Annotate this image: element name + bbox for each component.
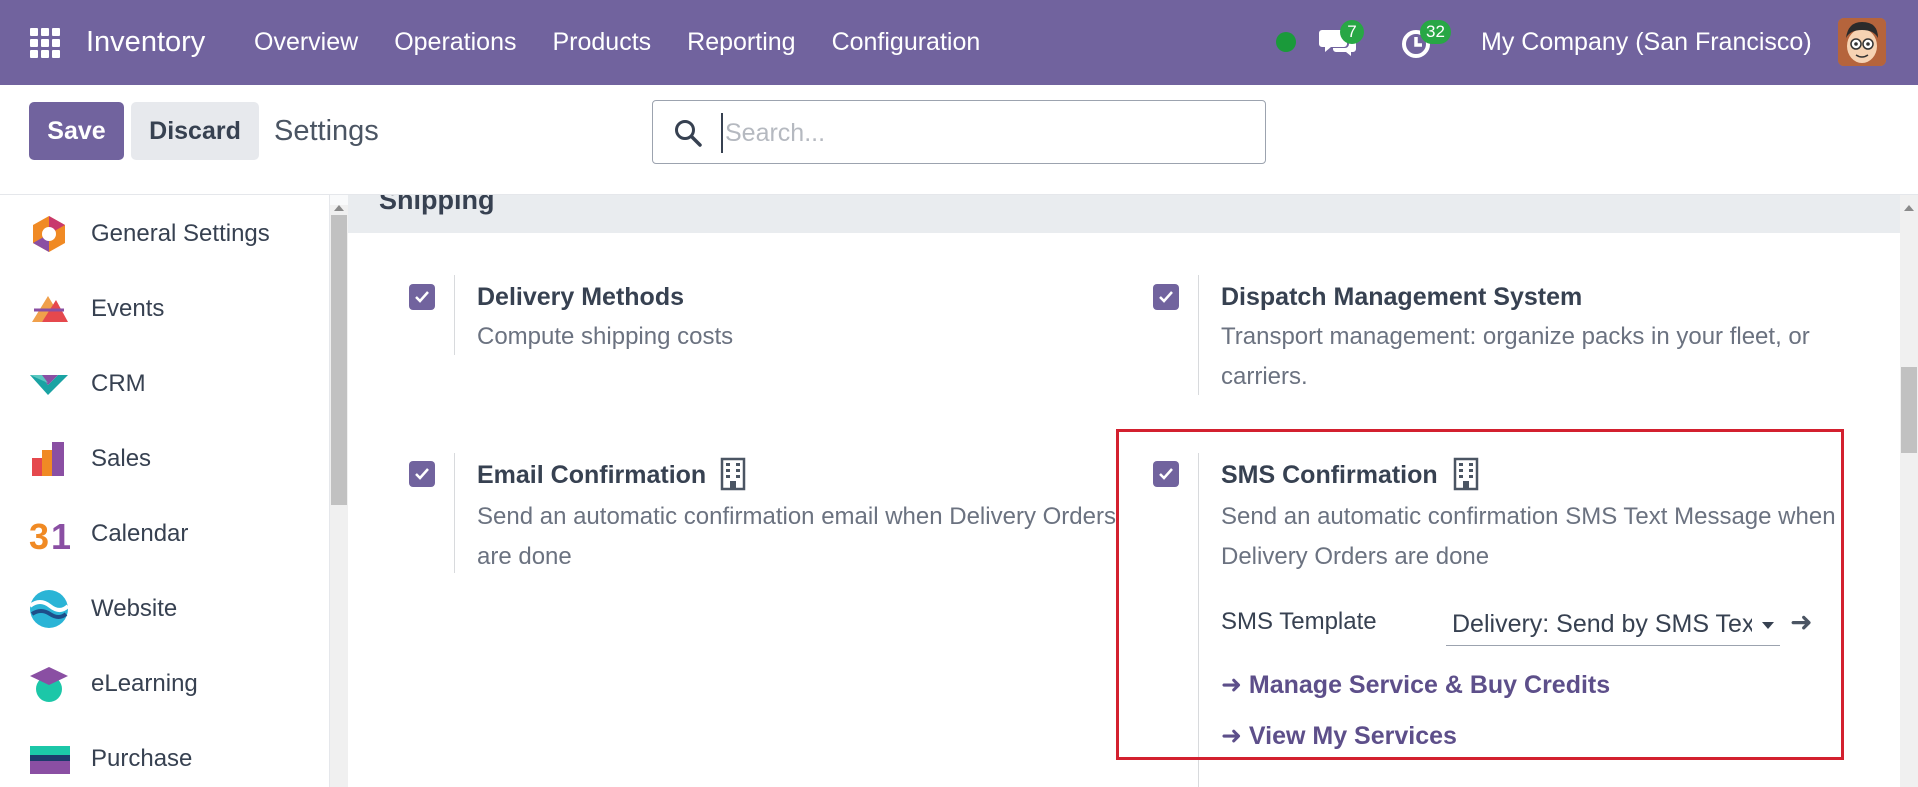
section-title: Shipping xyxy=(379,195,495,215)
setting-divider xyxy=(454,453,455,573)
sidebar-item-label: eLearning xyxy=(91,670,198,697)
sidebar-item-label: General Settings xyxy=(91,220,270,247)
delivery-methods-title: Delivery Methods xyxy=(477,283,685,311)
dispatch-management-checkbox[interactable] xyxy=(1153,284,1179,310)
scroll-up-arrow-icon[interactable] xyxy=(1904,205,1914,211)
sidebar-item-label: Purchase xyxy=(91,745,193,772)
content-scroll-thumb[interactable] xyxy=(1901,367,1917,453)
discard-button[interactable]: Discard xyxy=(131,102,259,160)
company-building-icon xyxy=(720,457,746,491)
crm-icon xyxy=(30,375,68,395)
sidebar-item-label: Sales xyxy=(91,445,152,472)
sidebar-item-website[interactable]: Website xyxy=(0,579,328,639)
apps-menu-icon[interactable] xyxy=(30,28,64,58)
sidebar-item-label: Website xyxy=(91,595,178,622)
app-brand[interactable]: Inventory xyxy=(86,26,205,59)
page-title: Settings xyxy=(274,115,379,147)
user-avatar[interactable] xyxy=(1838,18,1886,66)
save-button[interactable]: Save xyxy=(29,102,124,160)
sidebar-item-general-settings[interactable]: General Settings xyxy=(0,204,328,264)
sidebar-item-purchase[interactable]: Purchase xyxy=(0,729,328,787)
email-confirmation-desc: Send an automatic confirmation email whe… xyxy=(477,503,1116,570)
purchase-icon xyxy=(30,746,70,774)
dispatch-management-desc: Transport management: organize packs in … xyxy=(1221,323,1810,390)
section-header-shipping: Shipping xyxy=(348,195,1900,233)
events-icon xyxy=(32,296,68,322)
setting-divider xyxy=(1198,275,1199,395)
activities-badge: 32 xyxy=(1420,20,1451,44)
sidebar-item-label: CRM xyxy=(91,370,146,397)
search-icon xyxy=(675,120,702,147)
svg-text:1: 1 xyxy=(51,516,70,555)
email-confirmation-title: Email Confirmation xyxy=(477,461,707,489)
control-panel: Save Discard Settings xyxy=(0,85,1918,195)
general-settings-icon xyxy=(33,216,65,252)
sidebar-item-elearning[interactable]: eLearning xyxy=(0,654,328,714)
svg-text:3: 3 xyxy=(29,516,49,555)
sidebar-item-events[interactable]: Events xyxy=(0,279,328,339)
sidebar-item-sales[interactable]: Sales xyxy=(0,429,328,489)
main-menu: Overview Operations Products Reporting C… xyxy=(254,28,980,57)
menu-overview[interactable]: Overview xyxy=(254,28,358,57)
email-confirmation-checkbox[interactable] xyxy=(409,461,435,487)
sidebar-item-label: Events xyxy=(91,295,165,322)
sms-confirmation-highlight-box xyxy=(1116,429,1844,760)
dispatch-management-title: Dispatch Management System xyxy=(1221,283,1583,311)
menu-products[interactable]: Products xyxy=(552,28,651,57)
delivery-methods-checkbox[interactable] xyxy=(409,284,435,310)
content-scrollbar[interactable] xyxy=(1900,195,1918,787)
calendar-icon: 3 1 xyxy=(29,516,70,555)
menu-operations[interactable]: Operations xyxy=(394,28,516,57)
company-switcher[interactable]: My Company (San Francisco) xyxy=(1481,28,1812,57)
search-box[interactable] xyxy=(652,100,1266,164)
elearning-icon xyxy=(30,667,68,702)
presence-status-icon xyxy=(1276,32,1296,52)
scroll-up-arrow-icon[interactable] xyxy=(334,205,344,211)
settings-sidebar: General Settings Events CRM Sales 3 1 Ca… xyxy=(0,195,330,787)
search-input[interactable] xyxy=(721,113,1241,153)
setting-divider xyxy=(454,275,455,355)
sales-icon xyxy=(32,442,64,476)
menu-configuration[interactable]: Configuration xyxy=(832,28,981,57)
top-navbar: Inventory Overview Operations Products R… xyxy=(0,0,1918,85)
delivery-methods-desc: Compute shipping costs xyxy=(477,323,734,350)
messages-badge: 7 xyxy=(1340,20,1364,44)
sidebar-item-calendar[interactable]: 3 1 Calendar xyxy=(0,504,328,564)
sidebar-item-label: Calendar xyxy=(91,520,189,547)
sidebar-scroll-thumb[interactable] xyxy=(331,215,347,505)
sidebar-scrollbar[interactable] xyxy=(330,205,348,787)
sidebar-item-crm[interactable]: CRM xyxy=(0,354,328,414)
website-icon xyxy=(28,590,70,628)
menu-reporting[interactable]: Reporting xyxy=(687,28,795,57)
